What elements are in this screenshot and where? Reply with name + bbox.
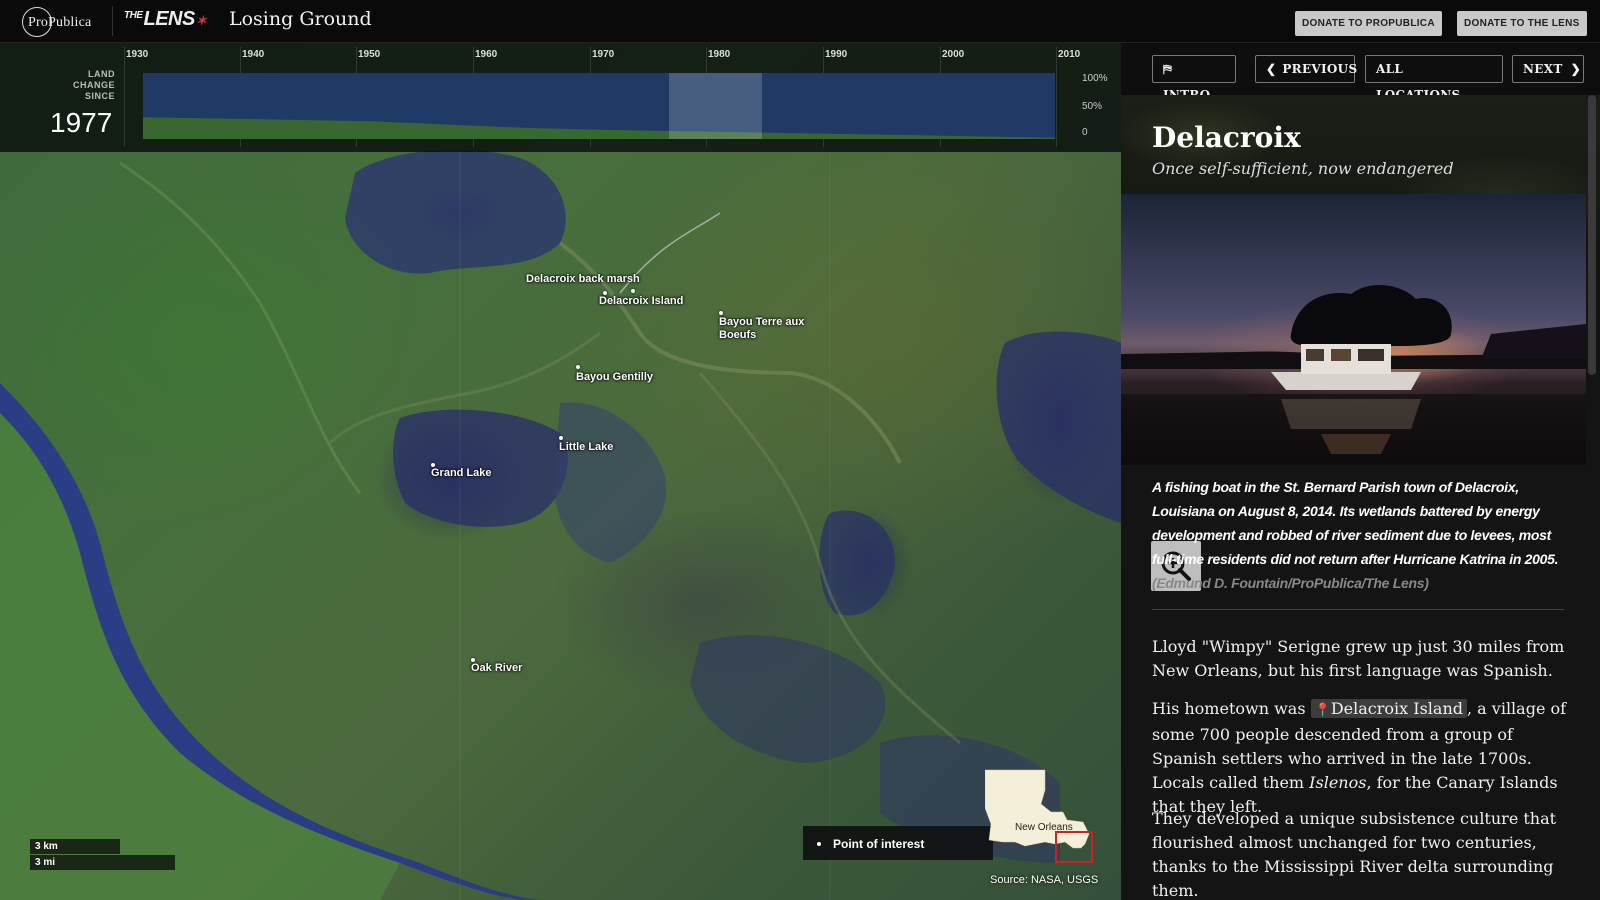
map-terrain xyxy=(0,149,1121,900)
poi-bayou-gentilly[interactable]: Bayou Gentilly xyxy=(576,371,653,384)
location-photo[interactable] xyxy=(1121,194,1586,591)
year-tick: 1970 xyxy=(592,49,615,60)
panel-scrollbar[interactable] xyxy=(1588,95,1596,375)
paragraph-text: His hometown was xyxy=(1152,699,1306,718)
previous-button-label: PREVIOUS xyxy=(1282,62,1358,76)
location-link-delacroix-island[interactable]: 📍Delacroix Island xyxy=(1310,699,1467,718)
scale-bar-km: 3 km xyxy=(30,839,120,854)
poi-bayou-terre-aux-boeufs[interactable]: Bayou Terre aux Boeufs xyxy=(719,316,809,342)
land-change-area xyxy=(143,117,1055,139)
legend-label: Point of interest xyxy=(833,837,925,851)
map-pin-icon: 📍 xyxy=(1314,703,1331,718)
map-icon: ⛿ xyxy=(1163,62,1173,76)
story-paragraph: They developed a unique subsistence cult… xyxy=(1152,809,1557,900)
year-tick: 1980 xyxy=(708,49,731,60)
legend-bullet-icon xyxy=(817,842,821,846)
poi-oak-river[interactable]: Oak River xyxy=(471,662,522,675)
selected-year: 1977 xyxy=(50,107,113,138)
location-title: Delacroix xyxy=(1152,121,1301,154)
pct-label: 0 xyxy=(1082,127,1088,138)
intro-button[interactable]: ⛿INTRO xyxy=(1152,55,1236,102)
poi-dot[interactable] xyxy=(559,436,563,440)
poi-delacroix-island[interactable]: Delacroix Island xyxy=(599,295,683,308)
poi-dot[interactable] xyxy=(631,289,635,293)
location-link-label: Delacroix Island xyxy=(1330,699,1463,718)
map-legend: Point of interest xyxy=(803,826,993,860)
the-lens-logo[interactable]: THELENS✶ xyxy=(124,8,207,31)
new-orleans-label: New Orleans xyxy=(1015,822,1073,833)
pct-label: 100% xyxy=(1082,73,1108,84)
land-area xyxy=(143,117,1055,139)
propublica-logo[interactable]: ProPublica xyxy=(20,6,110,38)
poi-grand-lake[interactable]: Grand Lake xyxy=(431,467,492,480)
satellite-map[interactable]: Delacroix back marsh Delacroix Island Ba… xyxy=(0,43,1121,900)
lens-logo-text: LENS xyxy=(143,8,196,30)
story-paragraph: Lloyd "Wimpy" Serigne grew up just 30 mi… xyxy=(1152,637,1565,680)
emphasis-text: Islenos xyxy=(1309,773,1367,792)
propublica-logo-text: ProPublica xyxy=(28,15,92,30)
chevron-right-icon: ❯ xyxy=(1570,62,1581,76)
next-button-label: NEXT xyxy=(1523,62,1563,76)
previous-button[interactable]: ❮ PREVIOUS xyxy=(1255,55,1358,83)
story-panel: ⛿INTRO ❮ PREVIOUS ALL LOCATIONS⌄ NEXT ❯ De… xyxy=(1121,43,1600,900)
poi-delacroix-back-marsh[interactable]: Delacroix back marsh xyxy=(526,273,640,286)
year-tick: 1930 xyxy=(126,49,149,60)
lens-star-icon: ✶ xyxy=(195,13,207,28)
photo-scene xyxy=(1121,284,1586,465)
year-tick: 1960 xyxy=(475,49,498,60)
louisiana-locator-map xyxy=(985,769,1093,863)
caption-text: A fishing boat in the St. Bernard Parish… xyxy=(1152,479,1559,567)
land-change-timeline[interactable]: 1930 1940 1950 1960 1970 1980 1990 2000 … xyxy=(0,43,1121,152)
pct-label: 50% xyxy=(1082,101,1103,112)
land-change-chart[interactable] xyxy=(143,73,1055,139)
logo-divider xyxy=(112,6,113,36)
story-nav: ⛿INTRO ❮ PREVIOUS ALL LOCATIONS⌄ NEXT ❯ xyxy=(1121,43,1600,102)
year-gridline xyxy=(1056,47,1057,147)
caption-divider xyxy=(1152,609,1564,610)
year-tick: 2010 xyxy=(1058,49,1081,60)
year-tick: 1950 xyxy=(358,49,381,60)
story-paragraph: His hometown was 📍Delacroix Island, a vi… xyxy=(1152,697,1572,819)
poi-dot[interactable] xyxy=(719,311,723,315)
photo-caption: A fishing boat in the St. Bernard Parish… xyxy=(1152,475,1562,595)
map-source: Source: NASA, USGS xyxy=(990,874,1099,886)
next-button[interactable]: NEXT ❯ xyxy=(1512,55,1584,83)
chevron-left-icon: ❮ xyxy=(1266,62,1277,76)
scale-bar-mi: 3 mi xyxy=(30,855,175,870)
year-tick: 2000 xyxy=(942,49,965,60)
location-subtitle: Once self-sufficient, now endangered xyxy=(1152,159,1454,178)
land-change-label: LAND CHANGE SINCE xyxy=(72,69,115,101)
year-tick: 1940 xyxy=(242,49,265,60)
all-locations-dropdown[interactable]: ALL LOCATIONS⌄ xyxy=(1365,55,1503,102)
donate-lens-button[interactable]: DONATE TO THE LENS xyxy=(1457,11,1587,36)
donate-propublica-button[interactable]: DONATE TO PROPUBLICA xyxy=(1295,11,1442,36)
poi-dot[interactable] xyxy=(576,365,580,369)
lens-logo-prefix: THE xyxy=(124,10,143,21)
photo-credit: (Edmund D. Fountain/ProPublica/The Lens) xyxy=(1152,575,1429,591)
year-gridline xyxy=(124,47,125,147)
top-bar: ProPublica THELENS✶ Losing Ground DONATE… xyxy=(0,0,1600,43)
poi-little-lake[interactable]: Little Lake xyxy=(559,441,613,454)
year-tick: 1990 xyxy=(825,49,848,60)
selected-year-highlight[interactable] xyxy=(669,73,762,139)
page-title: Losing Ground xyxy=(229,8,372,30)
